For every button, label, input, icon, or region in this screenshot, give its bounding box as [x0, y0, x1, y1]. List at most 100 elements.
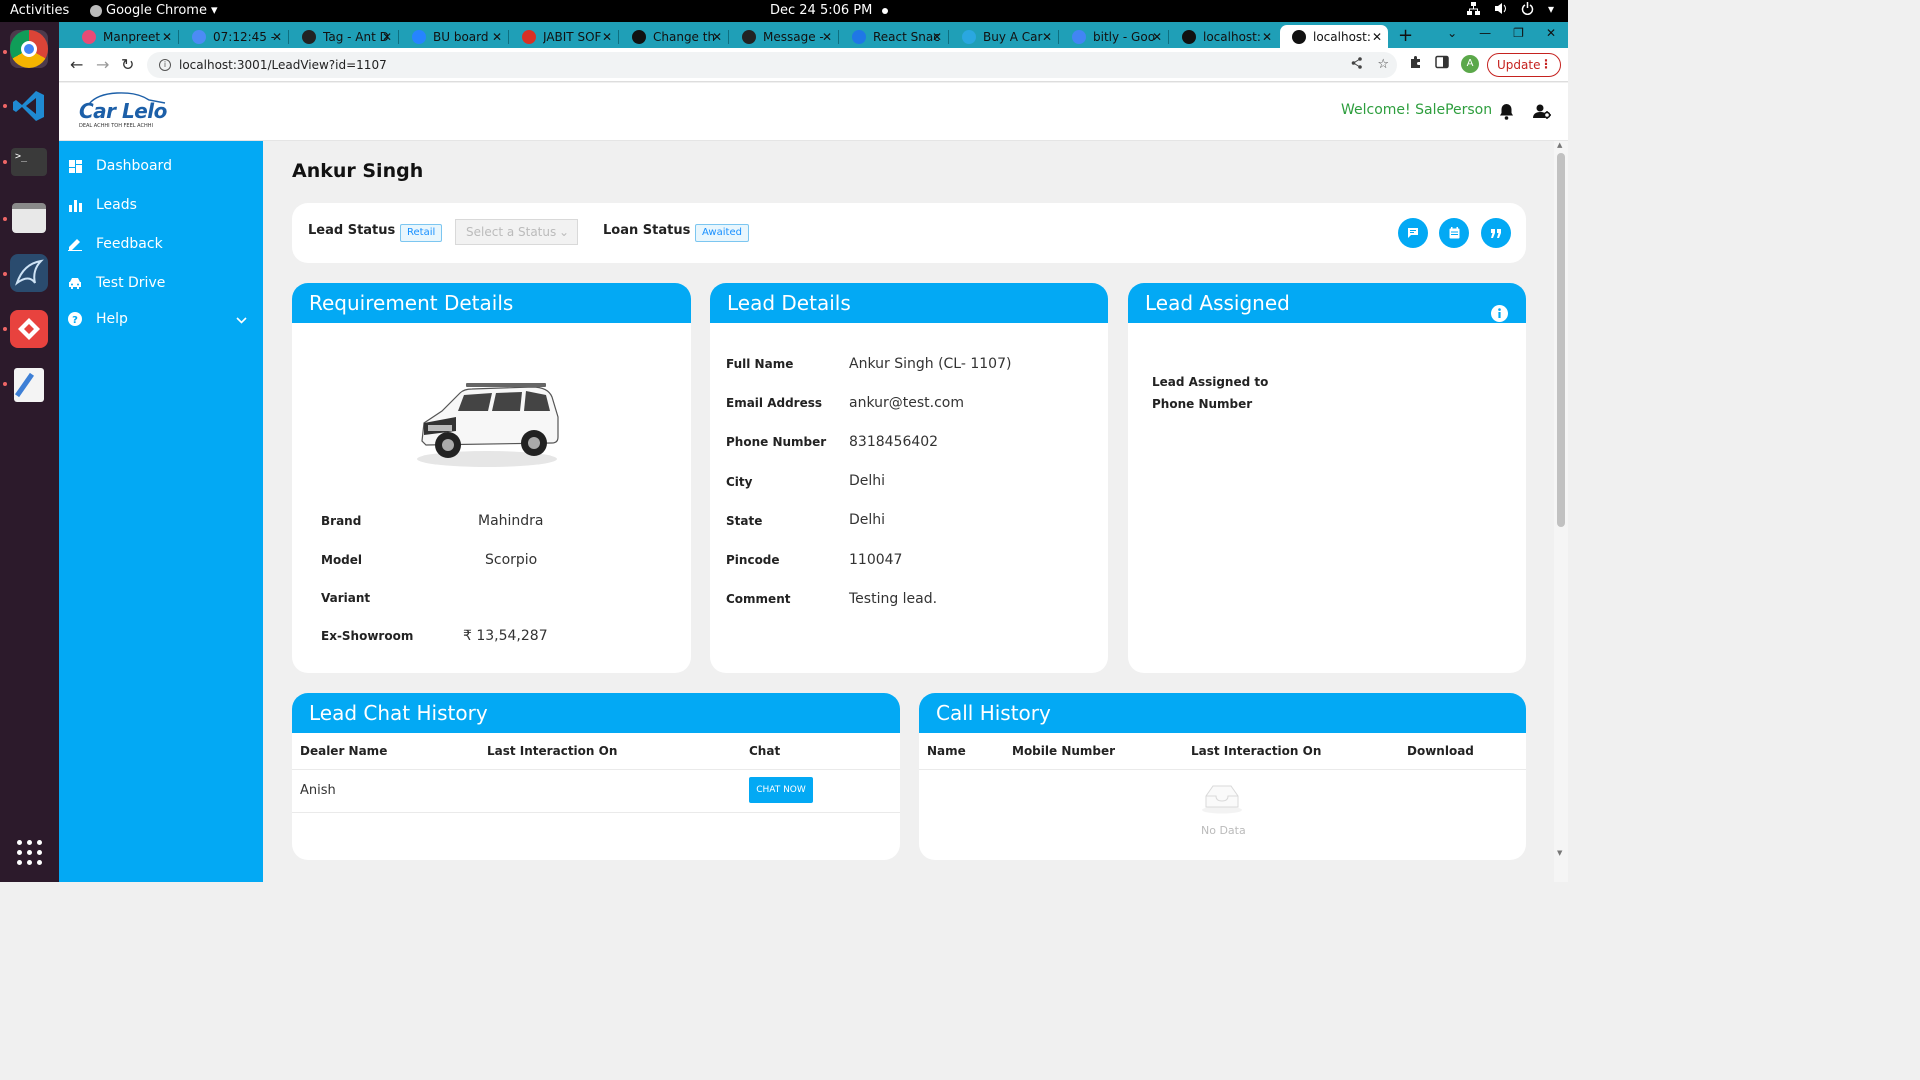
user-settings-icon[interactable] — [1533, 103, 1551, 124]
sidebar-item-feedback[interactable]: Feedback — [59, 228, 263, 260]
minimize-icon[interactable]: — — [1479, 26, 1491, 40]
phone-value: 8318456402 — [849, 434, 939, 450]
dock-files[interactable] — [10, 199, 48, 237]
browser-toolbar: ← → ↻ i localhost:3001/LeadView?id=1107 … — [59, 48, 1568, 82]
requirement-details-title: Requirement Details — [292, 283, 691, 323]
full-name-label: Full Name — [726, 357, 794, 371]
sidebar-item-label: Dashboard — [96, 158, 172, 174]
back-icon[interactable]: ← — [70, 55, 83, 74]
tab-favicon-icon — [82, 29, 96, 44]
new-tab-button[interactable]: + — [1398, 25, 1413, 46]
tab-title: JABIT SOF — [543, 29, 602, 44]
browser-tab[interactable]: localhost: ✕ — [1280, 25, 1388, 48]
tab-separator — [1168, 30, 1169, 44]
update-button[interactable]: Update ⋮ — [1487, 53, 1561, 77]
chat-now-button[interactable]: CHAT NOW — [749, 777, 813, 803]
app-menu[interactable]: Google Chrome ▾ — [90, 3, 218, 18]
sidebar-item-test-drive[interactable]: Test Drive — [59, 267, 263, 299]
dock-terminal[interactable]: >_ — [10, 143, 48, 181]
close-tab-icon[interactable]: ✕ — [822, 30, 832, 44]
restore-icon[interactable]: ❐ — [1513, 26, 1524, 40]
close-tab-icon[interactable]: ✕ — [712, 30, 722, 44]
dock-vscode[interactable] — [10, 87, 48, 125]
running-indicator — [3, 160, 7, 164]
logo-tagline: DEAL ACHHI TOH FEEL ACHHI — [79, 123, 153, 129]
car-lelo-logo[interactable]: Car Lelo DEAL ACHHI TOH FEEL ACHHI — [79, 91, 169, 131]
comment-label: Comment — [726, 592, 791, 606]
close-tab-icon[interactable]: ✕ — [1152, 30, 1162, 44]
lead-details-title: Lead Details — [710, 283, 1108, 323]
profile-avatar[interactable]: A — [1461, 55, 1479, 73]
chevron-down-icon[interactable] — [236, 312, 247, 328]
close-tab-icon[interactable]: ✕ — [1262, 30, 1272, 44]
col-name: Name — [927, 744, 966, 758]
scroll-up-icon[interactable]: ▲ — [1557, 141, 1562, 149]
tab-search-icon[interactable]: ⌄ — [1447, 26, 1457, 40]
volume-icon — [1494, 2, 1507, 18]
tab-title: 07:12:45 - — [213, 29, 276, 44]
sidebar-item-help[interactable]: ? Help — [59, 303, 263, 335]
close-tab-icon[interactable]: ✕ — [1042, 30, 1052, 44]
sidebar-item-leads[interactable]: Leads — [59, 189, 263, 221]
bookmark-star-icon[interactable]: ☆ — [1377, 57, 1389, 73]
browser-tab[interactable]: BU board ✕ — [400, 25, 508, 48]
tab-favicon-icon — [1182, 29, 1196, 44]
close-tab-icon[interactable]: ✕ — [492, 30, 502, 44]
lead-status-tag: Retail — [400, 224, 443, 242]
browser-tab[interactable]: React Snac ✕ — [840, 25, 948, 48]
close-window-icon[interactable]: ✕ — [1546, 26, 1556, 40]
dock-text-editor[interactable] — [10, 366, 48, 404]
system-tray[interactable]: ▾ — [1466, 2, 1554, 18]
close-tab-icon[interactable]: ✕ — [382, 30, 392, 44]
quote-icon — [1490, 228, 1501, 238]
activities-button[interactable]: Activities — [10, 3, 69, 18]
schedule-button[interactable] — [1439, 218, 1469, 248]
share-icon[interactable] — [1351, 57, 1363, 73]
scroll-down-icon[interactable]: ▼ — [1557, 849, 1562, 857]
page-scrollbar[interactable]: ▲ ▼ — [1554, 141, 1568, 882]
browser-tab[interactable]: Message - ✕ — [730, 25, 838, 48]
close-tab-icon[interactable]: ✕ — [1372, 30, 1382, 44]
browser-tab[interactable]: JABIT SOF ✕ — [510, 25, 618, 48]
browser-tab[interactable]: Tag - Ant D ✕ — [290, 25, 398, 48]
browser-tab[interactable]: Change th ✕ — [620, 25, 728, 48]
extensions-icon[interactable] — [1409, 55, 1423, 73]
message-button[interactable] — [1398, 218, 1428, 248]
site-info-icon[interactable]: i — [159, 59, 171, 71]
state-value: Delhi — [849, 512, 886, 528]
notification-bell-icon[interactable] — [1499, 103, 1514, 124]
empty-inbox-icon — [1200, 782, 1244, 818]
status-select[interactable]: Select a Status ⌄ — [455, 219, 578, 245]
side-panel-icon[interactable] — [1435, 55, 1449, 73]
address-bar[interactable]: i localhost:3001/LeadView?id=1107 ☆ — [147, 52, 1397, 78]
dock-mysql-workbench[interactable] — [10, 254, 48, 292]
sidebar-item-dashboard[interactable]: Dashboard — [59, 150, 263, 182]
tab-title: bitly - Goo — [1093, 29, 1156, 44]
browser-tab[interactable]: 07:12:45 - ✕ — [180, 25, 288, 48]
browser-tab[interactable]: localhost: ✕ — [1170, 25, 1278, 48]
browser-tab[interactable]: bitly - Goo ✕ — [1060, 25, 1168, 48]
quote-button[interactable] — [1481, 218, 1511, 248]
lead-assigned-card: Lead Assigned Lead Assigned to Phone Num… — [1128, 283, 1526, 673]
question-icon: ? — [68, 312, 82, 326]
scrollbar-thumb[interactable] — [1557, 153, 1565, 527]
forward-icon[interactable]: → — [96, 55, 109, 74]
close-tab-icon[interactable]: ✕ — [272, 30, 282, 44]
reload-icon[interactable]: ↻ — [121, 55, 134, 74]
clock[interactable]: Dec 24 5:06 PM — [770, 3, 889, 18]
call-history-card: Call History Name Mobile Number Last Int… — [919, 693, 1526, 860]
close-tab-icon[interactable]: ✕ — [932, 30, 942, 44]
close-tab-icon[interactable]: ✕ — [602, 30, 612, 44]
browser-tab[interactable]: Buy A Car ✕ — [950, 25, 1058, 48]
os-top-bar: Activities Google Chrome ▾ Dec 24 5:06 P… — [0, 0, 1568, 22]
dock-chrome[interactable] — [10, 30, 48, 68]
dock-anydesk[interactable] — [10, 310, 48, 348]
loan-status-tag: Awaited — [695, 224, 749, 242]
info-icon[interactable] — [1491, 295, 1508, 335]
close-tab-icon[interactable]: ✕ — [162, 30, 172, 44]
show-apps-icon[interactable] — [17, 840, 43, 866]
terminal-icon: >_ — [11, 148, 47, 176]
brand-value: Mahindra — [478, 513, 544, 529]
city-value: Delhi — [849, 473, 886, 489]
browser-tab[interactable]: Manpreet ✕ — [70, 25, 178, 48]
